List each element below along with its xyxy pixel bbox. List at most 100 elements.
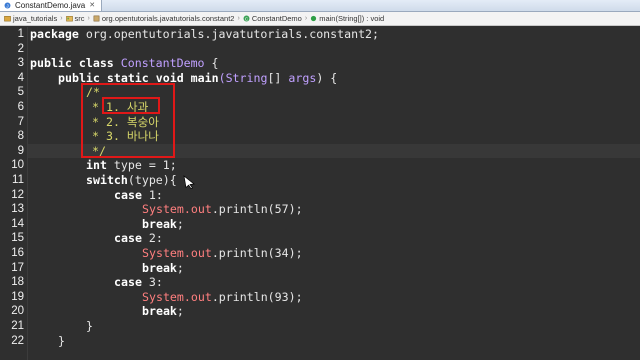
- println-call: .println(57);: [211, 202, 303, 217]
- line-number: 22: [11, 334, 24, 347]
- code-line-15: case 2:: [114, 231, 163, 246]
- breadcrumb-package[interactable]: org.opentutorials.javatutorials.constant…: [93, 14, 235, 23]
- breadcrumb: java_tutorials › src › org.opentutorials…: [0, 12, 640, 26]
- breadcrumb-separator: ›: [237, 15, 240, 22]
- line-number: 12: [11, 188, 24, 201]
- line-number: 5: [17, 86, 24, 99]
- breadcrumb-label: src: [74, 14, 85, 23]
- breadcrumb-separator: ›: [60, 15, 63, 22]
- system-class: System.: [142, 202, 191, 217]
- method-name: main: [190, 70, 219, 85]
- out-field: out: [190, 246, 212, 260]
- code-line-1: package org.opentutorials.javatutorials.…: [30, 27, 379, 42]
- code-line-14: break;: [142, 217, 184, 232]
- param-args: args: [288, 70, 317, 85]
- keyword-break: break: [142, 304, 177, 319]
- case-value: 3:: [141, 275, 163, 290]
- code-line-21: }: [86, 319, 93, 333]
- mouse-cursor-icon: [183, 175, 195, 189]
- java-file-icon: J: [4, 2, 11, 9]
- line-number: 15: [11, 232, 24, 245]
- line-number: 3: [17, 57, 24, 70]
- code-area[interactable]: package org.opentutorials.javatutorials.…: [30, 27, 640, 360]
- line-number: 16: [11, 247, 24, 259]
- brace: ) {: [316, 70, 338, 85]
- keyword-case: case: [114, 275, 142, 290]
- source-folder-icon: [65, 16, 73, 22]
- tab-constantdemo-java[interactable]: J ConstantDemo.java ✕: [0, 0, 103, 11]
- line-number: 14: [11, 217, 24, 230]
- line-number: 8: [17, 130, 24, 143]
- keyword-case: case: [114, 231, 142, 246]
- item-annotation-box: [102, 97, 160, 114]
- breadcrumb-label: org.opentutorials.javatutorials.constant…: [101, 14, 235, 23]
- breadcrumb-class[interactable]: C ConstantDemo: [243, 14, 302, 23]
- editor-tab-bar: J ConstantDemo.java ✕: [0, 0, 640, 12]
- class-name: ConstantDemo: [120, 56, 205, 71]
- breadcrumb-project[interactable]: java_tutorials: [4, 14, 57, 23]
- line-number: 17: [11, 261, 24, 274]
- system-class: System.: [142, 246, 191, 260]
- println-call: .println(93);: [211, 289, 303, 304]
- package-name: org.opentutorials.javatutorials.constant…: [78, 27, 380, 41]
- breadcrumb-src[interactable]: src: [65, 14, 85, 23]
- out-field: out: [190, 202, 212, 217]
- line-number: 18: [11, 276, 24, 289]
- line-number: 13: [11, 203, 24, 216]
- paren: (: [218, 70, 226, 85]
- code-line-12: case 1:: [114, 188, 163, 203]
- class-icon: C: [243, 15, 250, 22]
- brace: {: [204, 56, 219, 71]
- line-number-gutter: 1 2 3 4 5 6 7 8 9 10 11 12 13 14 15 16 17 18 19 20 21 22: [0, 27, 28, 360]
- semicolon: ;: [176, 260, 184, 275]
- keyword-break: break: [142, 260, 177, 275]
- keyword-switch: switch: [86, 173, 128, 187]
- case-value: 2:: [141, 231, 163, 246]
- line-number: 20: [11, 305, 24, 318]
- code-editor[interactable]: 1 2 3 4 5 6 7 8 9 10 11 12 13 14 15 16 17 18 19 20 21 22 pack…: [0, 27, 640, 360]
- keyword-int: int: [86, 158, 107, 173]
- line-number: 6: [17, 101, 24, 113]
- keyword-public: public: [30, 56, 72, 71]
- semicolon: ;: [176, 304, 184, 319]
- line-number: 1: [17, 28, 24, 40]
- line-number: 10: [11, 159, 24, 172]
- comment-annotation-box: [81, 83, 175, 158]
- array-brackets: []: [267, 70, 289, 85]
- line-number: 19: [11, 290, 24, 303]
- line-number: 2: [17, 42, 24, 55]
- code-line-22: }: [58, 333, 65, 348]
- println-call: .println(34);: [211, 246, 303, 260]
- variable-declaration: type = 1;: [106, 158, 177, 173]
- keyword-case: case: [114, 187, 142, 202]
- breadcrumb-method[interactable]: main(String[]) : void: [310, 14, 384, 23]
- project-icon: [4, 16, 11, 22]
- semicolon: ;: [176, 216, 184, 231]
- code-line-20: break;: [142, 304, 184, 319]
- breadcrumb-label: java_tutorials: [13, 14, 58, 23]
- breadcrumb-separator: ›: [304, 15, 308, 22]
- keyword-class: class: [78, 56, 114, 71]
- close-tab-icon[interactable]: ✕: [89, 0, 95, 11]
- code-line-18: case 3:: [114, 275, 163, 290]
- code-line-10: int type = 1;: [86, 158, 177, 173]
- keyword-break: break: [142, 216, 177, 231]
- line-number: 11: [12, 174, 24, 186]
- case-value: 1:: [141, 187, 163, 202]
- package-icon: [93, 15, 100, 22]
- line-number: 21: [11, 320, 24, 332]
- method-icon: [311, 15, 317, 22]
- breadcrumb-label: ConstantDemo: [251, 14, 302, 23]
- line-number: 9: [17, 144, 24, 157]
- code-line-16: System.out.println(34);: [142, 246, 303, 261]
- out-field: out: [190, 289, 212, 304]
- code-line-11: switch(type){: [86, 173, 177, 188]
- switch-expression: (type){: [127, 173, 177, 187]
- line-number: 4: [17, 71, 24, 84]
- svg-text:C: C: [245, 16, 249, 22]
- code-line-13: System.out.println(57);: [142, 202, 303, 217]
- line-number: 7: [17, 115, 24, 128]
- breadcrumb-separator: ›: [87, 15, 90, 22]
